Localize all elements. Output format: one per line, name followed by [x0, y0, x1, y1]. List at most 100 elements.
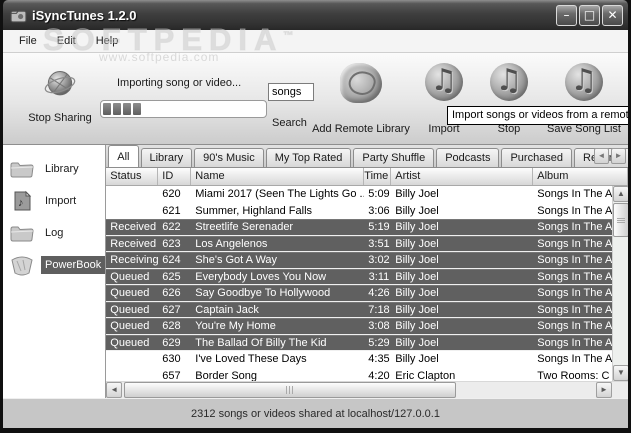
- sidebar-item-log[interactable]: Log: [3, 217, 105, 249]
- window-title: iSyncTunes 1.2.0: [32, 7, 137, 23]
- importing-status-label: Importing song or video...: [117, 77, 242, 89]
- cell-artist: Billy Joel: [395, 287, 439, 299]
- table-row[interactable]: Queued 629 The Ballad Of Billy The Kid 5…: [106, 334, 628, 351]
- scroll-down-icon[interactable]: ▼: [613, 365, 628, 381]
- sidebar-item-label: Log: [45, 227, 64, 239]
- table-row[interactable]: Received 623 Los Angelenos 3:51 Billy Jo…: [106, 235, 628, 252]
- playlist-tab-bar: All Library 90's Music My Top Rated Part…: [106, 145, 628, 167]
- table-row[interactable]: 630 I've Loved These Days 4:35 Billy Joe…: [106, 351, 628, 368]
- cell-name: You're My Home: [195, 320, 276, 332]
- toolbar: Stop Sharing Importing song or video... …: [3, 53, 628, 145]
- column-header-album[interactable]: Album: [533, 168, 628, 185]
- cell-status: [106, 203, 158, 220]
- cell-id: 624: [162, 254, 181, 266]
- scroll-up-icon[interactable]: ▲: [613, 186, 628, 202]
- horizontal-scroll-thumb[interactable]: [124, 382, 457, 398]
- progress-segment: [123, 103, 131, 115]
- table-row[interactable]: Queued 625 Everybody Loves You Now 3:11 …: [106, 268, 628, 285]
- menu-file[interactable]: File: [9, 32, 47, 50]
- table-row[interactable]: Receiving 624 She's Got A Way 3:02 Billy…: [106, 252, 628, 269]
- menu-edit[interactable]: Edit: [47, 32, 86, 50]
- cell-time: 3:11: [368, 270, 390, 283]
- column-header-status[interactable]: Status: [106, 168, 159, 185]
- cell-time: 3:51: [368, 237, 390, 250]
- title-bar[interactable]: iSyncTunes 1.2.0 – □ ✕: [3, 0, 628, 30]
- cell-artist: Billy Joel: [395, 303, 439, 316]
- cell-status: Queued: [110, 320, 150, 332]
- scroll-right-icon[interactable]: ►: [596, 382, 612, 398]
- cell-status: Queued: [110, 336, 150, 349]
- stop-sharing-label: Stop Sharing: [28, 112, 92, 124]
- add-remote-library-button[interactable]: Add Remote Library: [305, 63, 417, 135]
- tab-party-shuffle[interactable]: Party Shuffle: [353, 148, 435, 167]
- cell-name: Border Song: [195, 369, 258, 382]
- sidebar-item-label: Library: [45, 163, 79, 175]
- cell-artist: Billy Joel: [395, 188, 439, 200]
- cell-status: Queued: [110, 270, 150, 283]
- cell-time: 5:19: [368, 221, 390, 233]
- scrollbar-corner: [612, 382, 628, 398]
- table-row[interactable]: Queued 627 Captain Jack 7:18 Billy Joel …: [106, 301, 628, 318]
- cell-artist: Billy Joel: [395, 353, 439, 365]
- cell-status: Queued: [110, 287, 150, 299]
- cell-artist: Eric Clapton: [395, 369, 456, 382]
- cell-id: 628: [162, 320, 181, 332]
- column-header-name[interactable]: Name: [191, 168, 365, 185]
- tab-90s-music[interactable]: 90's Music: [194, 148, 264, 167]
- tab-my-top-rated[interactable]: My Top Rated: [265, 148, 352, 167]
- scroll-left-icon[interactable]: ◄: [106, 382, 123, 398]
- table-row[interactable]: Queued 626 Say Goodbye To Hollywood 4:26…: [106, 285, 628, 302]
- tab-podcasts[interactable]: Podcasts: [436, 148, 500, 167]
- column-header-id[interactable]: ID: [158, 168, 192, 185]
- sidebar-item-powerbook[interactable]: PowerBook: [3, 249, 106, 281]
- close-button[interactable]: ✕: [602, 4, 623, 26]
- progress-segment: [113, 103, 121, 115]
- cell-artist: Billy Joel: [395, 254, 439, 266]
- progress-segment: [103, 103, 111, 115]
- tab-scroll-left-icon[interactable]: ◄: [594, 148, 609, 164]
- table-row[interactable]: Queued 628 You're My Home 3:08 Billy Joe…: [106, 318, 628, 335]
- sidebar-item-library[interactable]: Library: [3, 153, 105, 185]
- sidebar-item-import[interactable]: ♪ Import: [3, 185, 105, 217]
- tab-scroll-right-icon[interactable]: ►: [611, 148, 626, 164]
- column-header-time[interactable]: Time: [364, 168, 392, 185]
- cell-name: Summer, Highland Falls: [195, 204, 313, 217]
- cell-name: The Ballad Of Billy The Kid: [195, 336, 327, 349]
- cell-status: Received: [110, 237, 157, 250]
- horizontal-scroll-track[interactable]: [122, 382, 596, 398]
- cell-time: 5:09: [368, 188, 390, 200]
- table-row[interactable]: 621 Summer, Highland Falls 3:06 Billy Jo…: [106, 202, 628, 220]
- minimize-button[interactable]: –: [556, 4, 577, 26]
- cell-id: 630: [162, 353, 181, 365]
- column-header-artist[interactable]: Artist: [391, 168, 534, 185]
- table-row[interactable]: 657 Border Song 4:20 Eric Clapton Two Ro…: [106, 367, 628, 382]
- cell-status: Receiving: [110, 254, 159, 266]
- cell-name: Captain Jack: [195, 303, 259, 316]
- progress-segment: [133, 103, 141, 115]
- tab-all[interactable]: All: [108, 145, 139, 167]
- folder-icon: [10, 226, 34, 242]
- tab-library[interactable]: Library: [140, 148, 193, 167]
- maximize-button[interactable]: □: [579, 4, 600, 26]
- svg-text:♪: ♪: [18, 197, 24, 209]
- sidebar-item-label: Import: [45, 195, 77, 207]
- cell-id: 627: [162, 303, 181, 316]
- cell-status: [106, 351, 158, 368]
- cell-time: 4:26: [368, 287, 390, 299]
- status-text: 2312 songs or videos shared at localhost…: [191, 407, 440, 420]
- tab-purchased[interactable]: Purchased: [501, 148, 573, 167]
- shell-folder-icon: [11, 256, 33, 276]
- vertical-scroll-thumb[interactable]: [613, 203, 628, 237]
- table-row[interactable]: 620 Miami 2017 (Seen The Lights Go ... 5…: [106, 186, 628, 203]
- cell-time: 3:06: [368, 204, 390, 217]
- app-window: iSyncTunes 1.2.0 – □ ✕ File Edit Help SO…: [0, 0, 631, 433]
- add-remote-library-icon: [340, 63, 382, 103]
- stop-sharing-button[interactable]: Stop Sharing: [17, 67, 103, 124]
- cell-name: Everybody Loves You Now: [195, 270, 327, 283]
- vertical-scrollbar[interactable]: ▲ ▼: [612, 186, 628, 381]
- cell-status: Received: [110, 221, 157, 233]
- menu-help[interactable]: Help: [86, 32, 129, 50]
- horizontal-scrollbar[interactable]: ◄ ►: [106, 381, 628, 398]
- table-row[interactable]: Received 622 Streetlife Serenader 5:19 B…: [106, 219, 628, 236]
- cell-id: 629: [162, 336, 181, 349]
